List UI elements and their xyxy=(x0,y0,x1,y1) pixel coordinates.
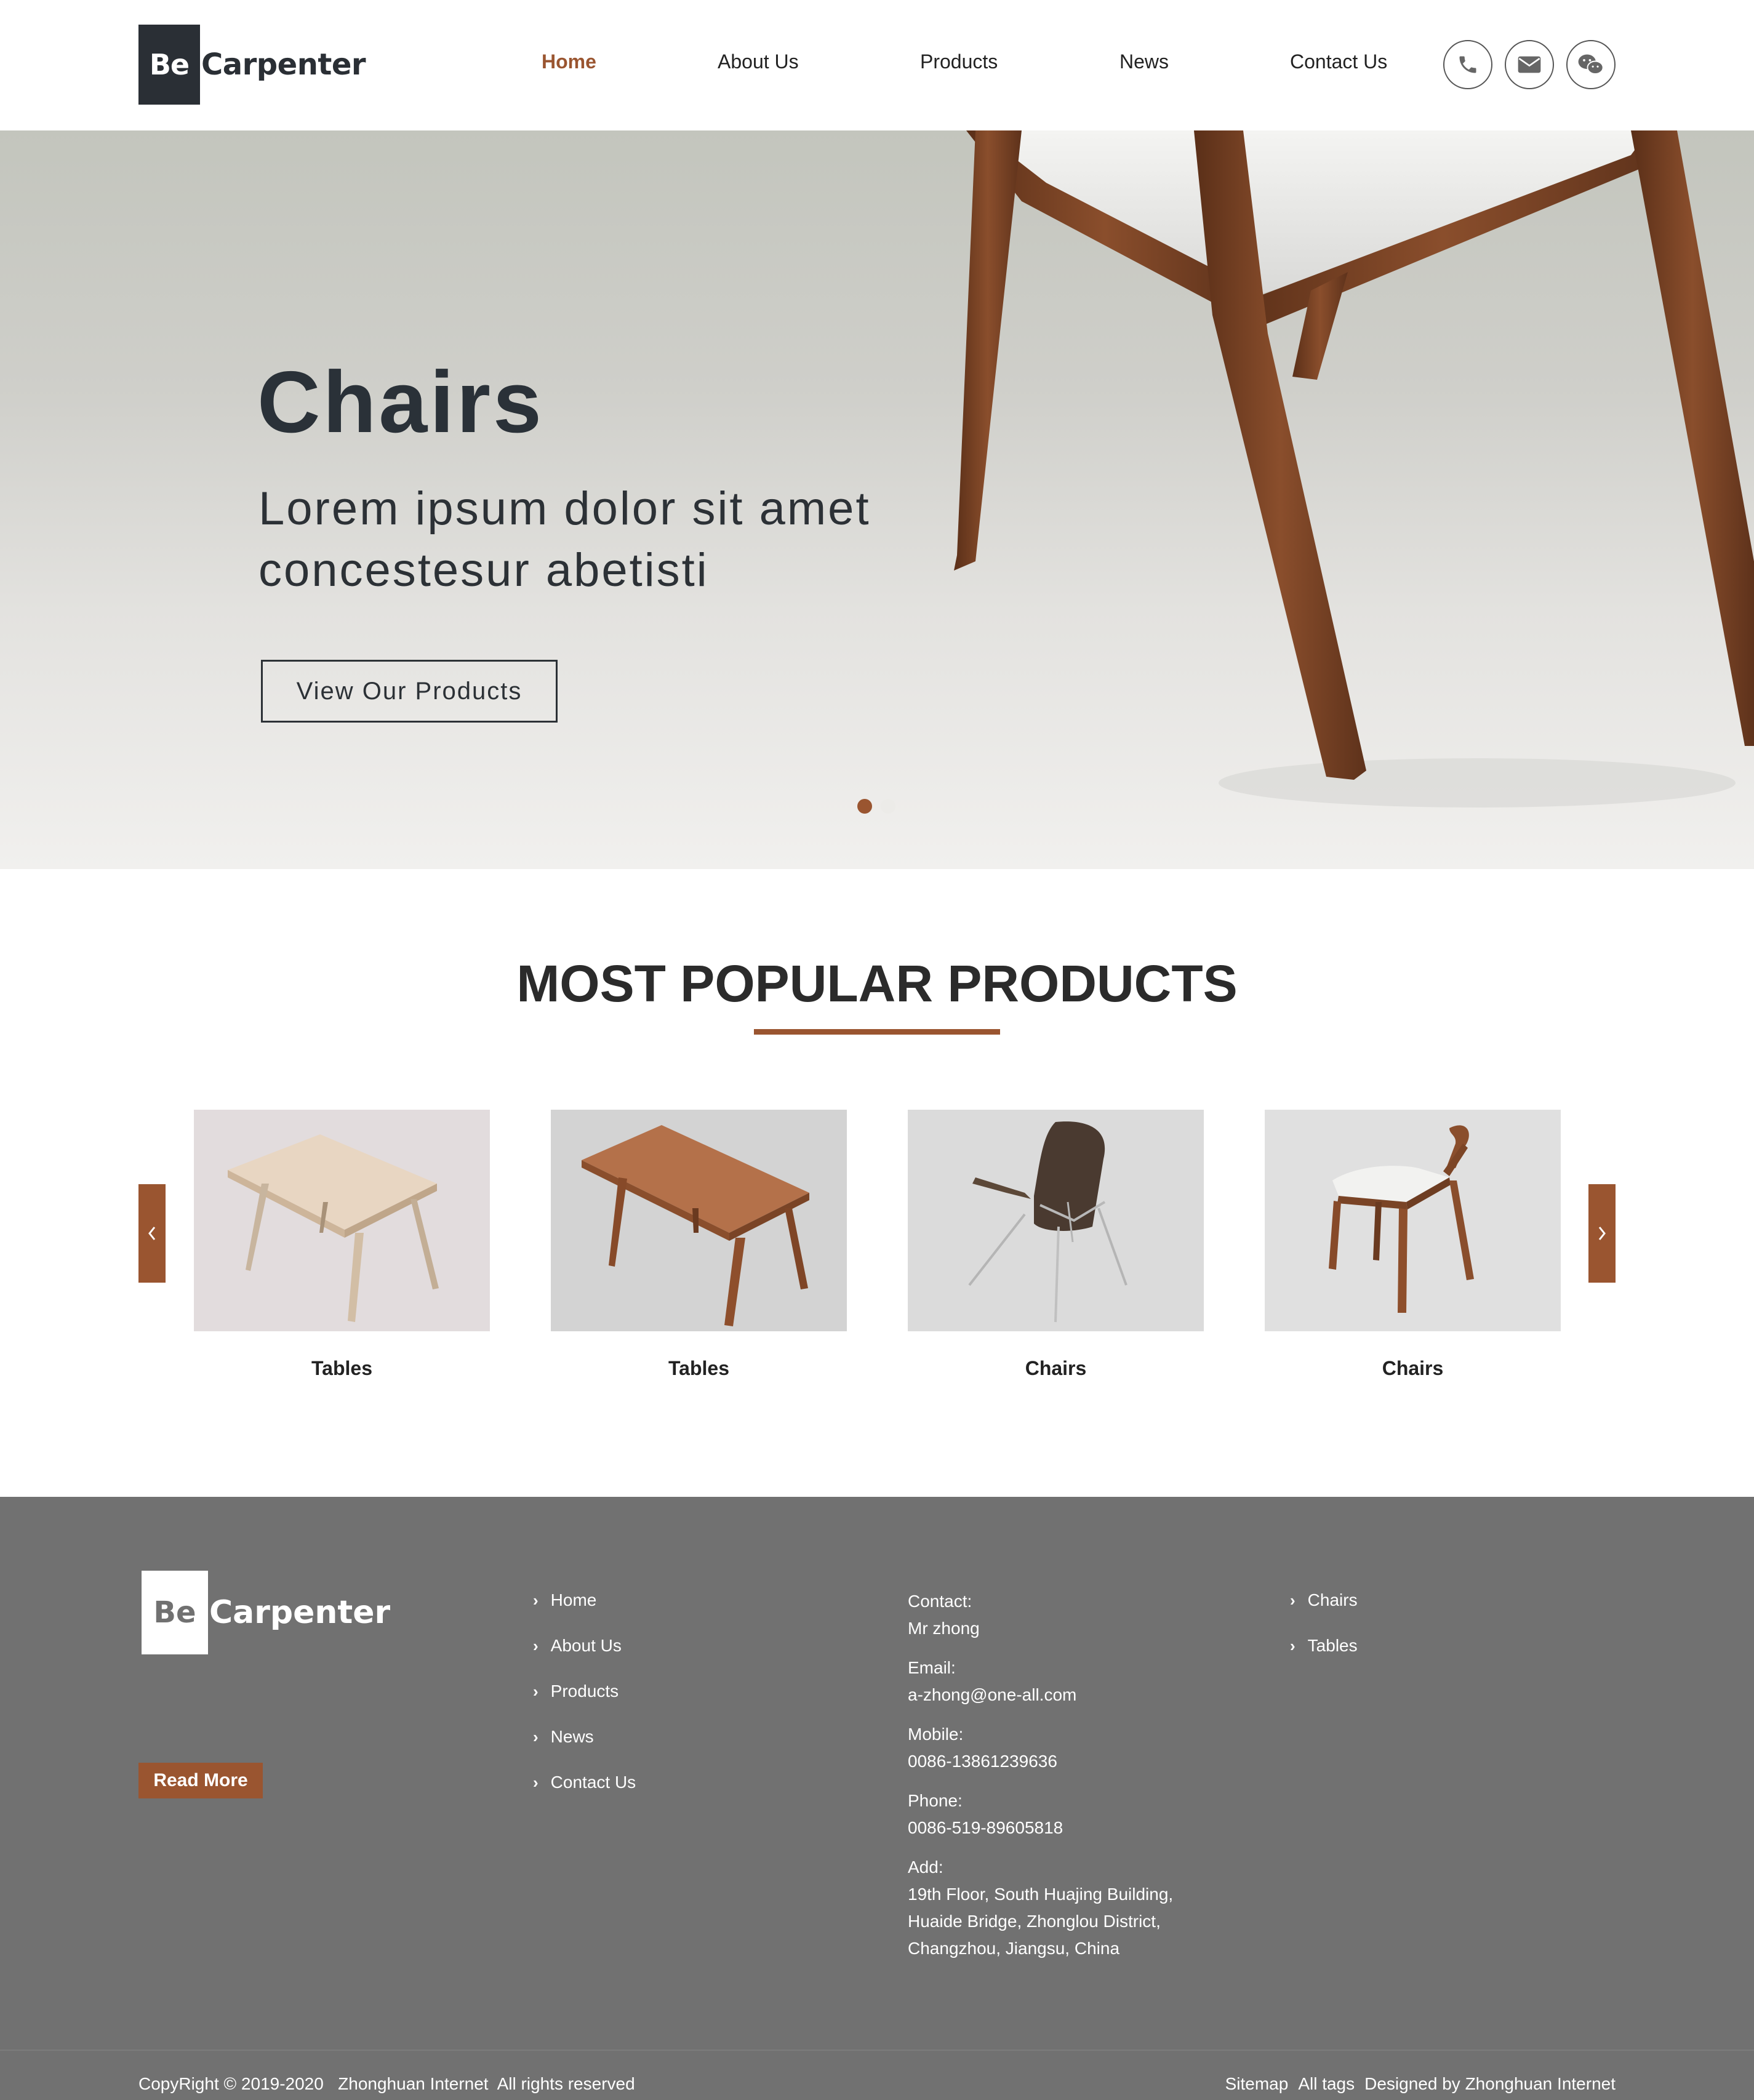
footer-bottom-links: Sitemap All tags Designed by Zhonghuan I… xyxy=(1225,2074,1616,2094)
product-label[interactable]: Tables xyxy=(551,1357,847,1380)
email-button[interactable] xyxy=(1505,40,1554,89)
footer-logo-wordmark: Carpenter xyxy=(209,1594,391,1631)
shell-chair-image xyxy=(968,1121,1127,1323)
chevron-right-icon xyxy=(1598,1227,1606,1240)
site-header: Be Carpenter Home About Us Products News… xyxy=(0,0,1754,130)
chevron-right-icon: › xyxy=(1290,1636,1295,1655)
mobile-label: Mobile: xyxy=(908,1725,964,1744)
footer-category-label: Tables xyxy=(1307,1636,1358,1655)
address-label: Add: xyxy=(908,1858,943,1877)
designer-link[interactable]: Designed by Zhonghuan Internet xyxy=(1364,2074,1616,2094)
address-line: 19th Floor, South Huajing Building, xyxy=(908,1885,1174,1904)
footer-link-about-us[interactable]: › About Us xyxy=(533,1636,622,1656)
product-label[interactable]: Tables xyxy=(194,1357,490,1380)
read-more-button[interactable]: Read More xyxy=(138,1763,263,1798)
contact-value: Mr zhong xyxy=(908,1619,980,1638)
product-card-image[interactable] xyxy=(908,1110,1204,1331)
product-label[interactable]: Chairs xyxy=(1265,1357,1561,1380)
footer-link-label: Home xyxy=(550,1590,597,1609)
nav-home[interactable]: Home xyxy=(542,50,596,73)
footer-link-home[interactable]: › Home xyxy=(533,1590,596,1610)
wechat-icon xyxy=(1578,54,1604,74)
phone-button[interactable] xyxy=(1443,40,1492,89)
slider-dot-active[interactable] xyxy=(857,799,872,814)
product-card-image[interactable] xyxy=(194,1110,490,1331)
address-line: Huaide Bridge, Zhonglou District, xyxy=(908,1912,1161,1931)
product-card-image[interactable] xyxy=(1265,1110,1561,1331)
product-label[interactable]: Chairs xyxy=(908,1357,1204,1380)
chevron-right-icon: › xyxy=(533,1636,539,1655)
hero-title: Chairs xyxy=(257,353,544,451)
footer-contact-block: Contact: Mr zhong Email: a-zhong@one-all… xyxy=(908,1588,1173,1962)
view-products-button[interactable]: View Our Products xyxy=(261,660,558,723)
footer-logo[interactable]: Be Carpenter xyxy=(142,1571,390,1654)
email-label: Email: xyxy=(908,1658,956,1677)
phone-value: 0086-519-89605818 xyxy=(908,1818,1063,1837)
footer-link-label: About Us xyxy=(550,1636,622,1655)
hero-subtitle: Lorem ipsum dolor sit amet concestesur a… xyxy=(258,483,871,596)
walnut-table-image xyxy=(582,1125,809,1326)
envelope-icon xyxy=(1518,56,1541,73)
mobile-value: 0086-13861239636 xyxy=(908,1752,1057,1771)
footer-logo-be-text: Be xyxy=(153,1595,196,1630)
nav-contact-us[interactable]: Contact Us xyxy=(1290,50,1387,73)
footer-category-tables[interactable]: › Tables xyxy=(1290,1636,1358,1656)
carousel-next-button[interactable] xyxy=(1588,1184,1616,1283)
copyright-text: CopyRight © 2019-2020 Zhonghuan Internet… xyxy=(138,2074,635,2093)
footer-logo-mark: Be xyxy=(142,1571,208,1654)
footer-link-label: Contact Us xyxy=(550,1773,636,1792)
product-card-image[interactable] xyxy=(551,1110,847,1331)
hero-chair-image xyxy=(954,130,1754,808)
chevron-left-icon xyxy=(148,1227,156,1240)
footer-link-news[interactable]: › News xyxy=(533,1727,594,1747)
footer-link-contact-us[interactable]: › Contact Us xyxy=(533,1773,636,1792)
chevron-right-icon: › xyxy=(533,1727,539,1746)
wechat-button[interactable] xyxy=(1566,40,1616,89)
email-value[interactable]: a-zhong@one-all.com xyxy=(908,1681,1173,1709)
armchair-image xyxy=(1329,1125,1474,1313)
footer-category-chairs[interactable]: › Chairs xyxy=(1290,1590,1358,1610)
footer-link-products[interactable]: › Products xyxy=(533,1681,619,1701)
chevron-right-icon: › xyxy=(533,1681,539,1701)
light-table-image xyxy=(228,1134,439,1322)
title-underline xyxy=(754,1029,1000,1035)
phone-icon xyxy=(1459,56,1476,73)
footer-link-label: Products xyxy=(550,1681,619,1701)
chevron-right-icon: › xyxy=(533,1773,539,1792)
hero-slider: Chairs Lorem ipsum dolor sit amet conces… xyxy=(0,130,1754,869)
contact-label: Contact: xyxy=(908,1592,972,1611)
phone-label: Phone: xyxy=(908,1791,963,1810)
nav-news[interactable]: News xyxy=(1119,50,1169,73)
site-footer: Be Carpenter Read More › Home › About Us… xyxy=(0,1497,1754,2100)
nav-products[interactable]: Products xyxy=(920,50,998,73)
slider-dot[interactable] xyxy=(881,799,895,814)
nav-about-us[interactable]: About Us xyxy=(718,50,799,73)
footer-link-label: News xyxy=(550,1727,594,1746)
address-line: Changzhou, Jiangsu, China xyxy=(908,1939,1120,1958)
chevron-right-icon: › xyxy=(1290,1590,1295,1609)
sitemap-link[interactable]: Sitemap xyxy=(1225,2074,1289,2094)
footer-divider xyxy=(0,2050,1754,2051)
chevron-right-icon: › xyxy=(533,1590,539,1609)
carousel-prev-button[interactable] xyxy=(138,1184,166,1283)
all-tags-link[interactable]: All tags xyxy=(1298,2074,1355,2094)
footer-category-label: Chairs xyxy=(1307,1590,1358,1609)
section-title-popular-products: MOST POPULAR PRODUCTS xyxy=(516,955,1238,1012)
